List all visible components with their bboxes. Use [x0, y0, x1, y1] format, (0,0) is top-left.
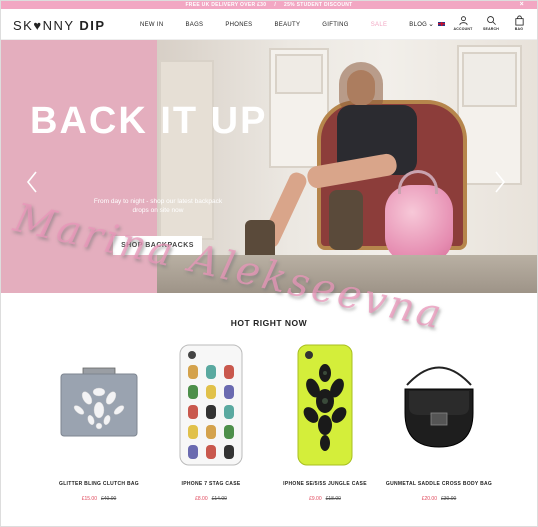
product-sale-price: £8.00	[195, 496, 208, 502]
product-sale-price: £15.00	[81, 496, 97, 502]
product-sale-price: £9.00	[309, 496, 322, 502]
search-icon	[486, 16, 496, 25]
nav-gifting[interactable]: GIFTING	[322, 22, 348, 28]
logo[interactable]: SK♥NNY DIP	[13, 18, 106, 33]
product-card[interactable]: GUNMETAL SADDLE CROSS BODY BAG £20.00 £30…	[379, 340, 499, 502]
product-prices: £20.00 £30.00	[379, 496, 499, 502]
account-button[interactable]: ACCOUNT	[452, 15, 474, 31]
product-image[interactable]	[151, 340, 271, 470]
header-actions: ⌄ ACCOUNT SEARCH BAG	[428, 15, 530, 37]
hero-banner[interactable]: BACK IT UP From day to night - shop our …	[0, 40, 538, 293]
uk-flag-icon	[437, 21, 446, 27]
product-original-price: £18.00	[325, 496, 341, 502]
nav-new-in[interactable]: NEW IN	[140, 22, 163, 28]
main-nav: NEW IN BAGS PHONES BEAUTY GIFTING SALE B…	[140, 9, 449, 40]
clutch-bag-image	[60, 367, 138, 437]
site-header: SK♥NNY DIP NEW IN BAGS PHONES BEAUTY GIF…	[0, 9, 538, 40]
logo-text-bold: DIP	[79, 18, 106, 33]
hero-title: BACK IT UP	[30, 100, 268, 142]
product-sale-price: £20.00	[421, 496, 437, 502]
promo-student[interactable]: 25% STUDENT DISCOUNT	[284, 2, 353, 8]
close-icon[interactable]: ×	[520, 0, 524, 9]
product-image[interactable]	[265, 340, 385, 470]
saddle-bag-image	[404, 366, 474, 448]
nav-blog[interactable]: BLOG	[409, 22, 427, 28]
hero-subtitle: From day to night - shop our latest back…	[93, 198, 223, 214]
carousel-prev-button[interactable]	[25, 170, 39, 194]
shopping-bag-icon	[514, 15, 524, 26]
product-name[interactable]: IPHONE SE/5/5S JUNGLE CASE	[265, 481, 385, 487]
account-icon	[458, 16, 468, 26]
product-image[interactable]	[379, 340, 499, 470]
promo-separator: /	[274, 1, 277, 8]
account-label: ACCOUNT	[453, 27, 473, 31]
product-card[interactable]: IPHONE SE/5/5S JUNGLE CASE £9.00 £18.00	[265, 340, 385, 502]
promo-bar: FREE UK DELIVERY OVER £30 / 25% STUDENT …	[0, 0, 538, 9]
search-button[interactable]: SEARCH	[480, 15, 502, 31]
carousel-next-button[interactable]	[493, 170, 507, 194]
product-prices: £15.00 £40.00	[39, 496, 159, 502]
heart-icon: ♥	[33, 18, 43, 33]
product-prices: £9.00 £18.00	[265, 496, 385, 502]
product-name[interactable]: GUNMETAL SADDLE CROSS BODY BAG	[379, 481, 499, 487]
hero-pink-panel	[0, 40, 157, 293]
chevron-right-icon	[495, 171, 506, 193]
nav-sale[interactable]: SALE	[371, 22, 388, 28]
product-name[interactable]: IPHONE 7 STAG CASE	[151, 481, 271, 487]
bag-button[interactable]: BAG	[508, 15, 530, 31]
bag-label: BAG	[514, 27, 524, 31]
nav-phones[interactable]: PHONES	[225, 22, 252, 28]
product-card[interactable]: GLITTER BLING CLUTCH BAG £15.00 £40.00	[39, 340, 159, 502]
hot-right-now-title: HOT RIGHT NOW	[230, 318, 308, 328]
chevron-down-icon: ⌄	[428, 21, 434, 28]
nav-bags[interactable]: BAGS	[185, 22, 203, 28]
pink-backpack	[385, 185, 453, 263]
search-label: SEARCH	[483, 27, 499, 31]
product-original-price: £30.00	[441, 496, 457, 502]
logo-text-mid: NNY	[42, 18, 75, 33]
country-selector[interactable]: ⌄	[428, 15, 446, 28]
shop-backpacks-button[interactable]: SHOP BACKPACKS	[113, 236, 202, 255]
product-prices: £8.00 £14.00	[151, 496, 271, 502]
logo-text-light: SK	[13, 18, 34, 33]
promo-delivery[interactable]: FREE UK DELIVERY OVER £30	[185, 2, 266, 8]
product-name[interactable]: GLITTER BLING CLUTCH BAG	[39, 481, 159, 487]
product-card[interactable]: IPHONE 7 STAG CASE £8.00 £14.00	[151, 340, 271, 502]
product-original-price: £40.00	[101, 496, 117, 502]
chevron-left-icon	[26, 171, 37, 193]
product-image[interactable]	[39, 340, 159, 470]
product-original-price: £14.00	[211, 496, 227, 502]
hero-floor	[157, 255, 538, 293]
stag-phone-case-image	[179, 344, 243, 466]
nav-beauty[interactable]: BEAUTY	[274, 22, 300, 28]
jungle-phone-case-image	[297, 344, 353, 466]
